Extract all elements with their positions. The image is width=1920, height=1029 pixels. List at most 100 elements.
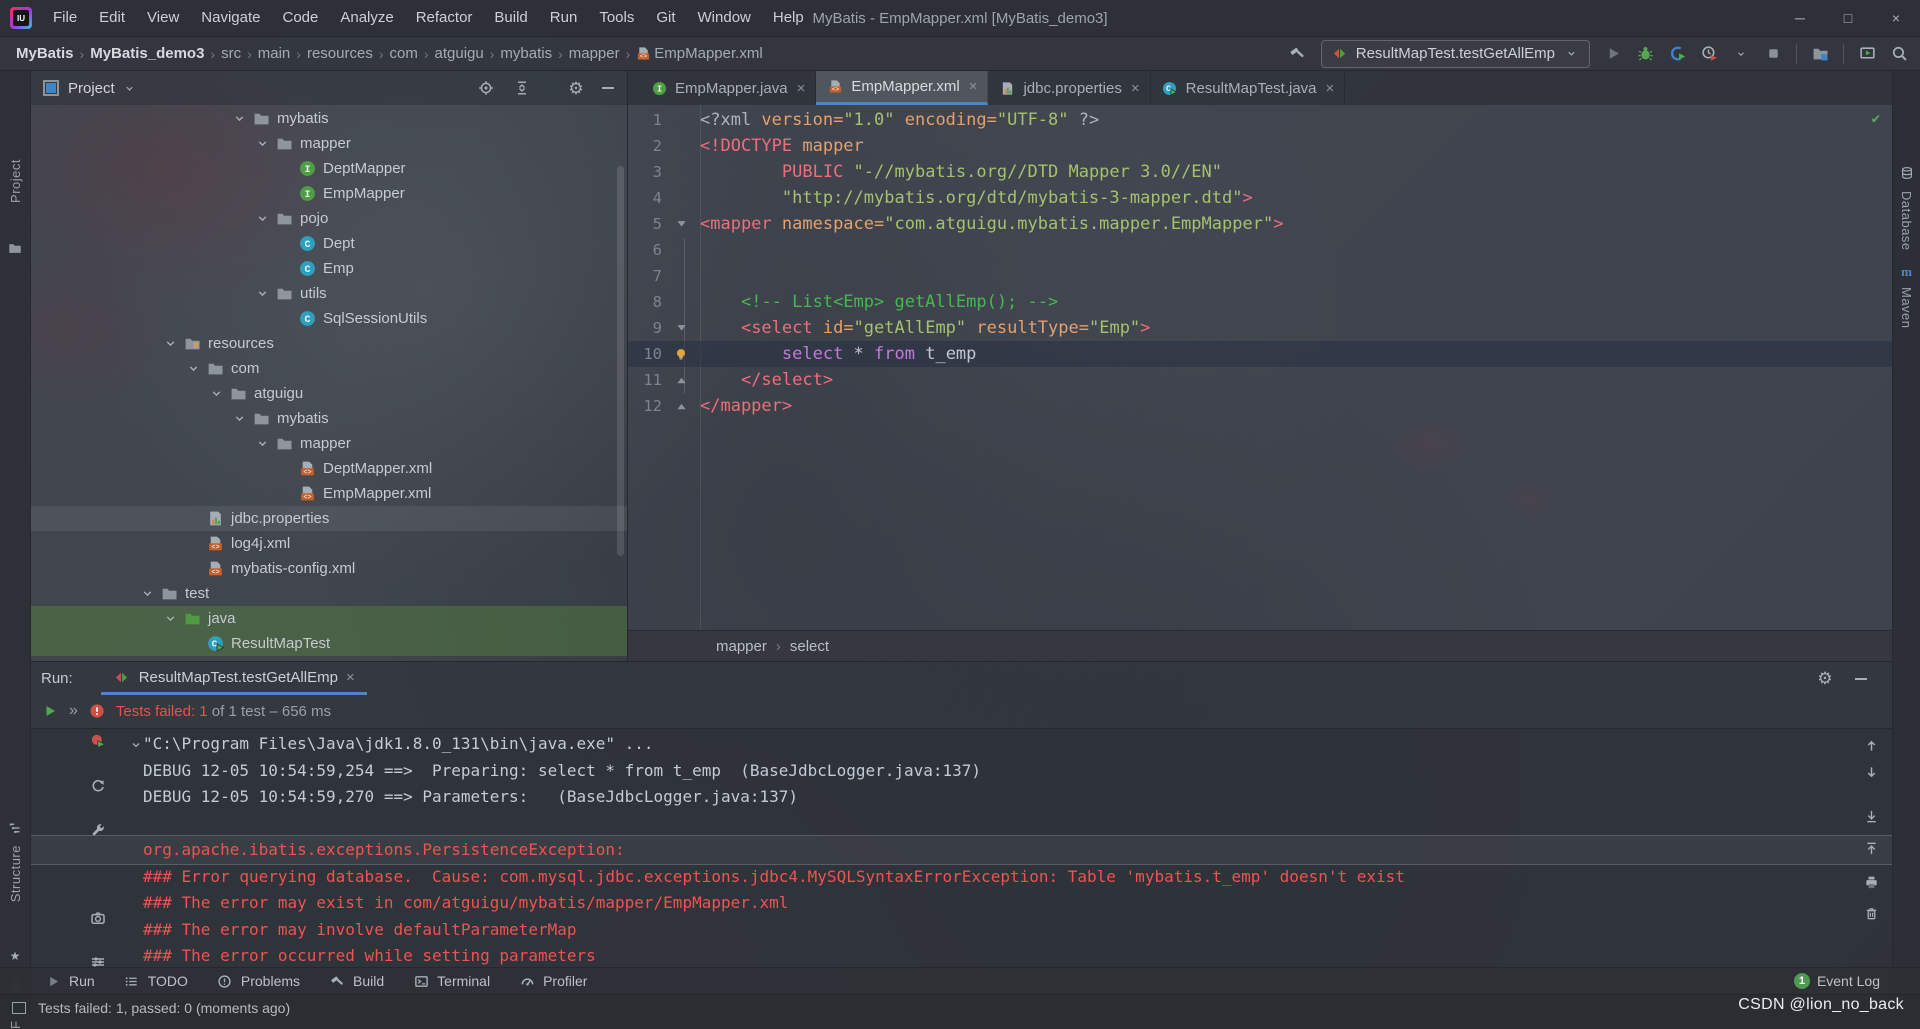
chevron-down-icon[interactable] [164, 337, 178, 351]
code-line-12[interactable]: 12</mapper> [628, 393, 1892, 419]
chevron-down-icon[interactable] [1562, 45, 1580, 63]
close-icon[interactable]: × [346, 669, 355, 686]
project-structure-icon[interactable] [1811, 45, 1829, 63]
menu-code[interactable]: Code [271, 0, 329, 36]
gear-icon[interactable]: ⚙ [1816, 670, 1834, 688]
close-icon[interactable]: × [797, 80, 806, 97]
project-scrollbar[interactable] [617, 166, 624, 556]
collapse-all-icon[interactable] [513, 79, 531, 97]
fold-up-icon[interactable] [662, 401, 700, 412]
tree-item-empmapper[interactable]: IEmpMapper [31, 181, 627, 206]
breadcrumb-item[interactable]: mybatis [500, 45, 552, 62]
chevron-down-icon[interactable] [121, 79, 139, 97]
toolwindow-toggle-icon[interactable] [12, 1002, 26, 1014]
tree-item-mapper[interactable]: mapper [31, 131, 627, 156]
close-button[interactable]: × [1872, 0, 1920, 36]
code-line-7[interactable]: 7 [628, 263, 1892, 289]
tree-item-deptmapper-xml[interactable]: <>DeptMapper.xml [31, 456, 627, 481]
tree-item-mapper[interactable]: mapper [31, 431, 627, 456]
close-icon[interactable]: × [1326, 80, 1335, 97]
menu-build[interactable]: Build [483, 0, 538, 36]
tool-stripe-project[interactable]: Project [0, 159, 30, 203]
scroll-up-icon[interactable] [1862, 736, 1880, 754]
run-anything-icon[interactable] [1858, 45, 1876, 63]
code-line-1[interactable]: 1<?xml version="1.0" encoding="UTF-8" ?> [628, 107, 1892, 133]
breadcrumb-item[interactable]: mapper [569, 45, 620, 62]
chevron-down-icon[interactable] [233, 412, 247, 426]
fold-down-icon[interactable] [662, 219, 700, 230]
close-icon[interactable]: × [969, 78, 978, 95]
breadcrumb-item[interactable]: MyBatis_demo3 [90, 45, 204, 62]
menu-tools[interactable]: Tools [588, 0, 645, 36]
code-line-9[interactable]: 9 <select id="getAllEmp" resultType="Emp… [628, 315, 1892, 341]
coverage-clock-icon[interactable] [1700, 45, 1718, 63]
close-icon[interactable]: × [1131, 80, 1140, 97]
tree-item-java[interactable]: java [31, 606, 627, 631]
breadcrumb-item[interactable]: main [258, 45, 291, 62]
breadcrumb-item[interactable]: com [389, 45, 417, 62]
debug-icon[interactable] [1636, 45, 1654, 63]
tab-resultmaptest-java[interactable]: CResultMapTest.java× [1151, 71, 1346, 105]
menu-edit[interactable]: Edit [88, 0, 136, 36]
fold-up-icon[interactable] [662, 375, 700, 386]
maximize-button[interactable]: □ [1824, 0, 1872, 36]
code-line-6[interactable]: 6 [628, 237, 1892, 263]
tree-item-resources[interactable]: resources [31, 331, 627, 356]
code-line-10[interactable]: 10 select * from t_emp [628, 341, 1892, 367]
tree-item-pojo[interactable]: pojo [31, 206, 627, 231]
tree-item-atguigu[interactable]: atguigu [31, 381, 627, 406]
tool-stripe-maven[interactable]: mMaven [1893, 263, 1920, 329]
tree-item-mybatis[interactable]: mybatis [31, 106, 627, 131]
menu-analyze[interactable]: Analyze [329, 0, 404, 36]
tab-empmapper-java[interactable]: IEmpMapper.java× [640, 71, 816, 105]
breadcrumb-item[interactable]: resources [307, 45, 373, 62]
toggle-auto-test-icon[interactable] [89, 777, 107, 795]
chevron-down-icon[interactable] [256, 437, 270, 451]
inspections-status-icon[interactable]: ✔ [1872, 111, 1880, 127]
menu-run[interactable]: Run [539, 0, 589, 36]
tool-stripe-structure[interactable]: Structure [0, 821, 30, 902]
tree-item-utils[interactable]: utils [31, 281, 627, 306]
code-line-2[interactable]: 2<!DOCTYPE mapper [628, 133, 1892, 159]
fold-down-icon[interactable] [662, 323, 700, 334]
chevron-down-icon[interactable] [256, 137, 270, 151]
expand-all-icon[interactable]: » [69, 702, 78, 720]
thread-dump-icon[interactable] [89, 909, 107, 927]
run-config-selector[interactable]: ResultMapTest.testGetAllEmp [1321, 40, 1590, 68]
scroll-end-icon[interactable] [1862, 807, 1880, 825]
toolwindow-button-profiler[interactable]: Profiler [504, 968, 601, 994]
tree-item-emp[interactable]: CEmp [31, 256, 627, 281]
scroll-down-icon[interactable] [1862, 763, 1880, 781]
clear-icon[interactable] [1862, 904, 1880, 922]
chevron-down-icon[interactable] [164, 612, 178, 626]
toolwindow-button-terminal[interactable]: Terminal [398, 968, 504, 994]
code-line-8[interactable]: 8 <!-- List<Emp> getAllEmp(); --> [628, 289, 1892, 315]
tab-jdbc-properties[interactable]: jdbc.properties× [988, 71, 1150, 105]
menu-refactor[interactable]: Refactor [405, 0, 484, 36]
menu-file[interactable]: File [42, 0, 88, 36]
chevron-down-icon[interactable] [256, 212, 270, 226]
print-icon[interactable] [1862, 873, 1880, 891]
tree-item-sqlsessionutils[interactable]: CSqlSessionUtils [31, 306, 627, 331]
toolwindow-button-build[interactable]: Build [314, 968, 398, 994]
menu-help[interactable]: Help [762, 0, 815, 36]
chevron-down-icon[interactable] [256, 287, 270, 301]
editor-breadcrumb-item[interactable]: mapper [716, 638, 767, 655]
tree-item-jdbc-properties[interactable]: jdbc.properties [31, 506, 627, 531]
rerun-icon[interactable] [41, 702, 59, 720]
tree-item-empmapper-xml[interactable]: <>EmpMapper.xml [31, 481, 627, 506]
minimize-button[interactable]: ─ [1776, 0, 1824, 36]
code-line-4[interactable]: 4 "http://mybatis.org/dtd/mybatis-3-mapp… [628, 185, 1892, 211]
test-settings-icon[interactable] [89, 821, 107, 839]
chevron-down-icon[interactable] [141, 587, 155, 601]
tree-item-resultmaptest[interactable]: CResultMapTest [31, 631, 627, 656]
tree-item-com[interactable]: com [31, 356, 627, 381]
chevron-down-icon[interactable] [210, 387, 224, 401]
menu-view[interactable]: View [136, 0, 190, 36]
tree-item-test[interactable]: test [31, 581, 627, 606]
chevron-down-icon[interactable] [233, 112, 247, 126]
run-icon[interactable] [1604, 45, 1622, 63]
tree-item-mybatis[interactable]: mybatis [31, 406, 627, 431]
code-editor[interactable]: 1<?xml version="1.0" encoding="UTF-8" ?>… [628, 105, 1892, 631]
tree-item-deptmapper[interactable]: IDeptMapper [31, 156, 627, 181]
